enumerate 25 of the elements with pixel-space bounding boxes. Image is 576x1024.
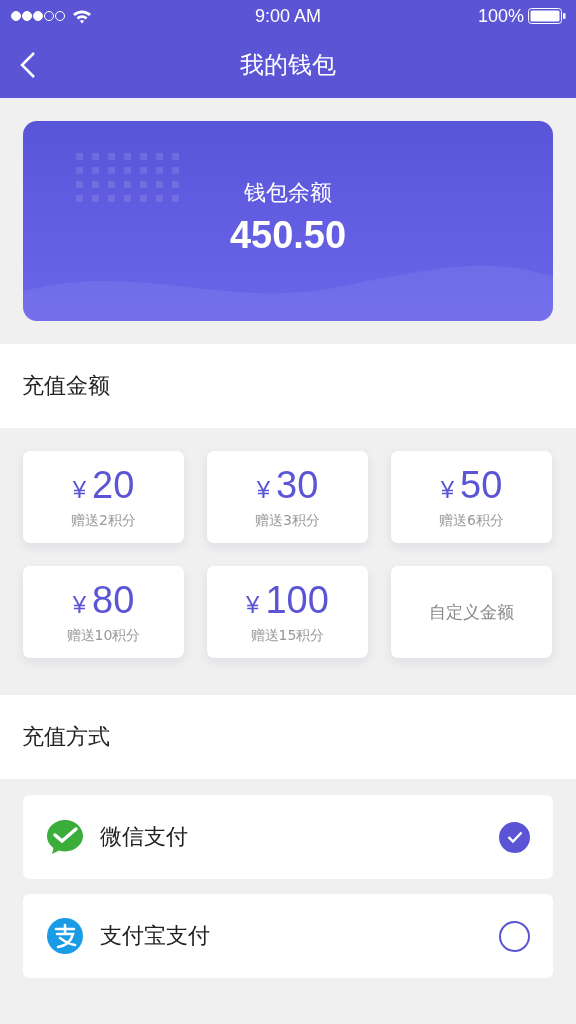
section-title: 充值方式: [22, 723, 110, 751]
balance-label: 钱包余额: [244, 178, 332, 207]
amount-option[interactable]: ¥100 赠送15积分: [207, 566, 368, 658]
battery-icon: [528, 8, 566, 24]
wifi-icon: [72, 8, 92, 24]
chat-bubble-icon: [46, 818, 84, 856]
radio-button[interactable]: [499, 821, 530, 853]
balance-amount: 450.50: [229, 213, 347, 257]
amount-option[interactable]: ¥80 赠送10积分: [23, 566, 184, 658]
page-title: 我的钱包: [240, 50, 336, 81]
check-icon: [506, 831, 523, 843]
payment-option[interactable]: 支付宝支付: [23, 894, 553, 978]
amount-option[interactable]: ¥30 赠送3积分: [207, 451, 368, 543]
status-time: 9:00 AM: [254, 5, 321, 27]
battery-percent: 100%: [477, 5, 524, 27]
amount-option[interactable]: ¥20 赠送2积分: [23, 451, 184, 543]
signal-icon: [10, 10, 66, 22]
payment-option[interactable]: 微信支付: [23, 795, 553, 879]
amount-option[interactable]: ¥50 赠送6积分: [391, 451, 552, 543]
custom-amount-option[interactable]: 自定义金额: [391, 566, 552, 658]
payment-logo-icon: [46, 917, 84, 955]
payment-name: 微信支付: [100, 823, 189, 851]
radio-button[interactable]: [499, 920, 530, 952]
payment-name: 支付宝支付: [100, 922, 211, 950]
section-title: 充值金额: [22, 372, 110, 400]
